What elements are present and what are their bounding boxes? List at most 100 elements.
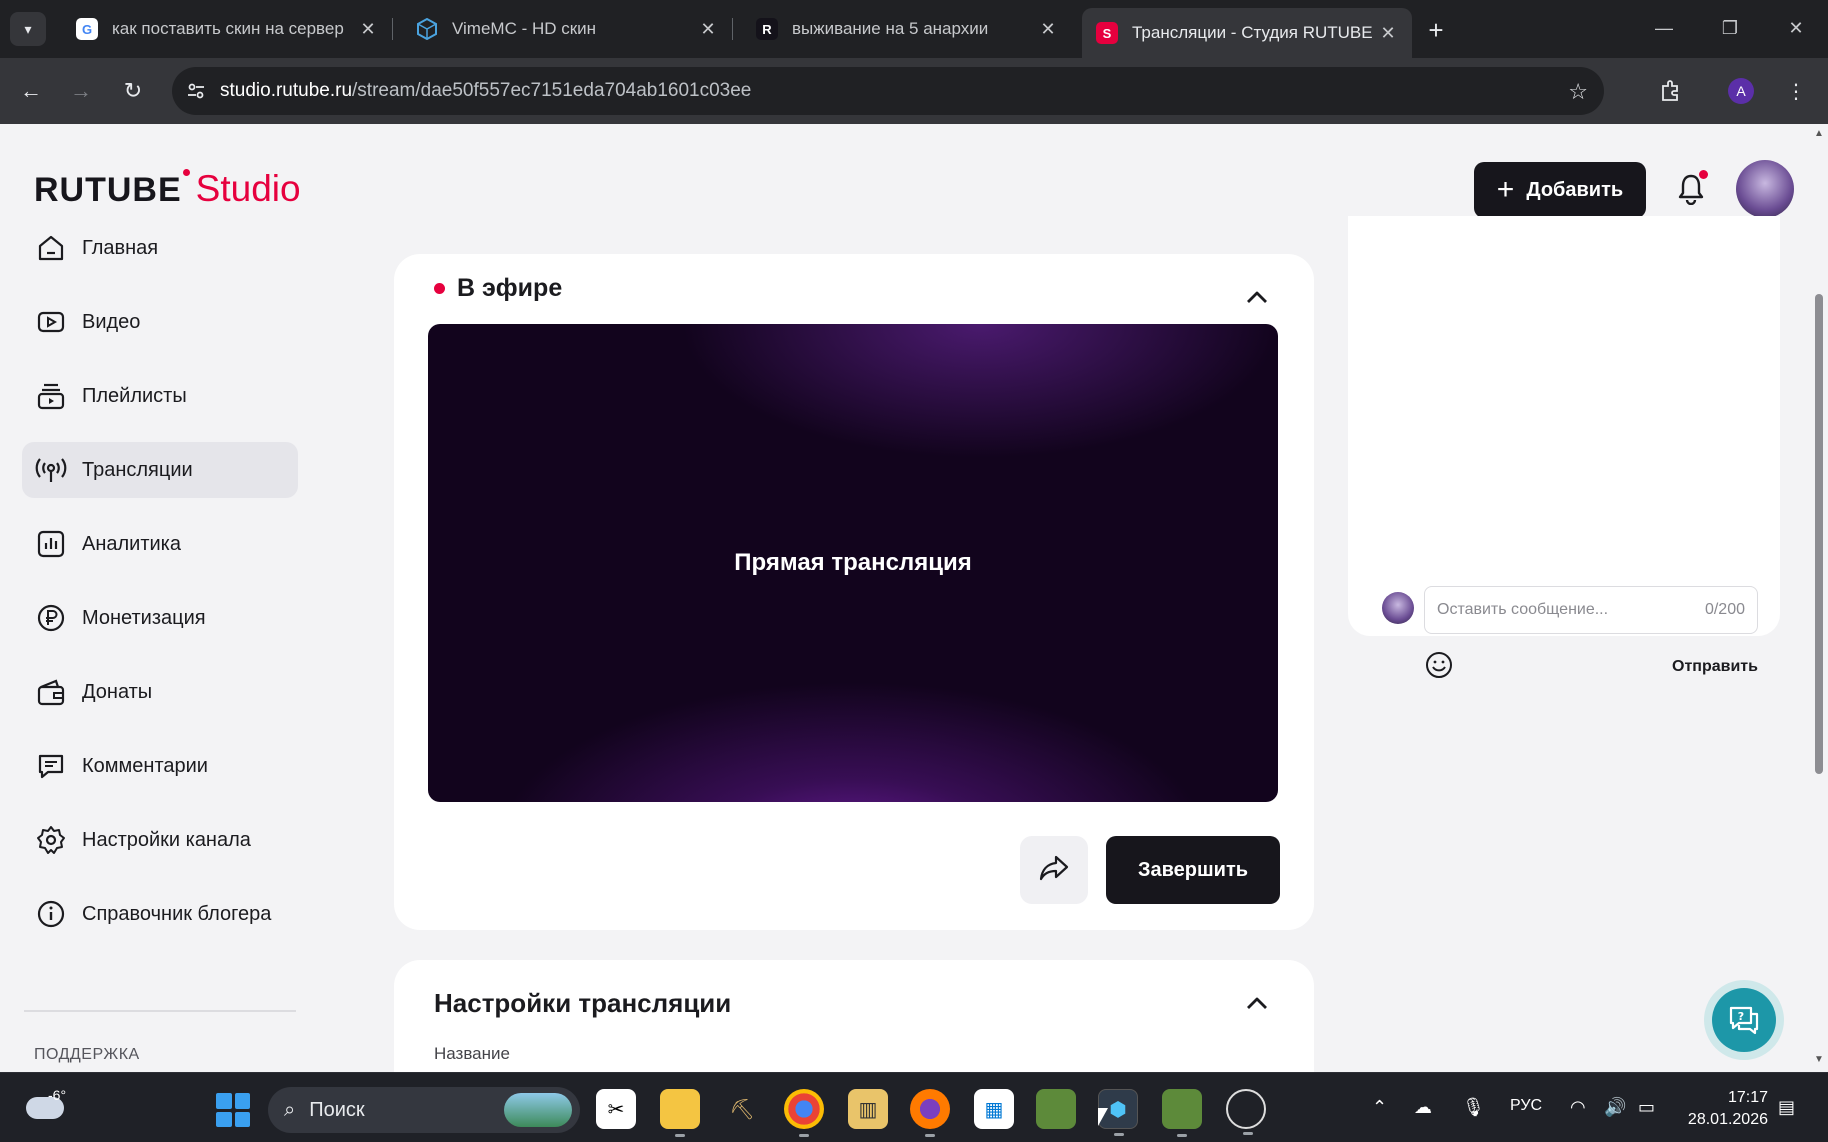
- onedrive-icon[interactable]: ☁: [1414, 1097, 1432, 1118]
- search-icon: ⌕: [284, 1098, 296, 1121]
- collapse-chevron-up-icon[interactable]: [1246, 994, 1268, 1015]
- scrollbar-thumb[interactable]: [1815, 294, 1823, 774]
- file-explorer-icon[interactable]: [660, 1089, 700, 1137]
- reload-button[interactable]: ↻: [114, 72, 152, 110]
- close-tab-icon[interactable]: ✕: [1038, 19, 1058, 40]
- taskbar-search-box[interactable]: ⌕ Поиск: [268, 1087, 580, 1133]
- sidebar-item-donations[interactable]: Донаты: [22, 664, 298, 720]
- site-info-icon[interactable]: [172, 81, 220, 101]
- settings-title: Настройки трансляции: [434, 988, 732, 1018]
- notifications-bell-icon[interactable]: [1670, 168, 1712, 210]
- page-scrollbar[interactable]: ▲ ▼: [1810, 124, 1828, 1072]
- share-button[interactable]: [1020, 836, 1088, 904]
- tray-chevron-up-icon[interactable]: ⌃: [1372, 1097, 1387, 1118]
- live-status-header: В эфире: [434, 274, 562, 303]
- help-chat-icon: ?: [1712, 988, 1776, 1052]
- scroll-down-arrow-icon[interactable]: ▼: [1814, 1054, 1824, 1065]
- new-tab-button[interactable]: +: [1420, 14, 1452, 46]
- browser-tab-bar: ▾ G как поставить скин на сервер ✕ VimeM…: [0, 0, 1828, 58]
- rutube-r-icon: R: [756, 18, 778, 40]
- microsoft-store-icon[interactable]: ▦: [974, 1089, 1014, 1129]
- sidebar-item-broadcasts[interactable]: Трансляции: [22, 442, 298, 498]
- minimize-button[interactable]: —: [1644, 12, 1684, 44]
- weather-widget[interactable]: -6°: [26, 1087, 66, 1119]
- mouse-cursor: [1098, 1108, 1108, 1126]
- playlist-icon: [34, 379, 68, 413]
- forward-button[interactable]: →: [62, 72, 100, 110]
- tab-separator: [392, 18, 393, 40]
- comment-icon: [34, 749, 68, 783]
- battery-icon[interactable]: ▭: [1638, 1097, 1655, 1118]
- stream-settings-card: Настройки трансляции Название: [394, 960, 1314, 1072]
- info-icon: [34, 897, 68, 931]
- sidebar-item-blogger-guide[interactable]: Справочник блогера: [22, 886, 298, 942]
- volume-icon[interactable]: 🔊: [1604, 1097, 1626, 1118]
- live-dot-icon: [434, 283, 445, 294]
- ruble-icon: [34, 601, 68, 635]
- close-tab-icon[interactable]: ✕: [698, 19, 718, 40]
- profile-avatar[interactable]: A: [1728, 78, 1754, 104]
- add-button[interactable]: + Добавить: [1474, 162, 1646, 218]
- user-avatar[interactable]: [1736, 160, 1794, 218]
- archive-app-icon[interactable]: ▥: [848, 1089, 888, 1129]
- svg-text:?: ?: [1738, 1010, 1744, 1023]
- sidebar-item-playlists[interactable]: Плейлисты: [22, 368, 298, 424]
- close-window-button[interactable]: ✕: [1776, 12, 1816, 44]
- stream-preview-player[interactable]: Прямая трансляция: [428, 324, 1278, 802]
- finish-stream-button[interactable]: Завершить: [1106, 836, 1280, 904]
- support-chat-button[interactable]: ?: [1704, 980, 1784, 1060]
- browser-menu-icon[interactable]: ⋮: [1778, 73, 1814, 109]
- minecraft-icon[interactable]: [1162, 1089, 1202, 1137]
- windows-taskbar: -6° ⌕ Поиск ✂ ⛏ ▥ ▦ ⬢ ⌃ ☁ 🎙 РУС ◠ 🔊 ▭ 17…: [0, 1072, 1828, 1142]
- sidebar-item-comments[interactable]: Комментарии: [22, 738, 298, 794]
- bookmark-star-icon[interactable]: ☆: [1568, 79, 1588, 105]
- send-message-button[interactable]: Отправить: [1672, 658, 1758, 676]
- broadcast-icon: [34, 453, 68, 487]
- browser-tab-active[interactable]: S Трансляции - Студия RUTUBE ✕: [1082, 8, 1412, 58]
- vimemc-icon: [416, 18, 438, 40]
- emoji-icon[interactable]: [1424, 650, 1454, 680]
- browser-tab[interactable]: R выживание на 5 анархии ✕: [742, 8, 1072, 50]
- wifi-icon[interactable]: ◠: [1570, 1097, 1586, 1118]
- back-button[interactable]: ←: [12, 72, 50, 110]
- keyboard-language[interactable]: РУС: [1510, 1097, 1542, 1115]
- windows-start-icon[interactable]: [216, 1093, 250, 1127]
- capcut-app-icon[interactable]: ✂: [596, 1089, 636, 1129]
- firefox-icon[interactable]: [910, 1089, 950, 1137]
- browser-tab[interactable]: VimeMC - HD скин ✕: [402, 8, 732, 50]
- close-tab-icon[interactable]: ✕: [358, 19, 378, 40]
- sidebar-item-video[interactable]: Видео: [22, 294, 298, 350]
- sidebar-item-channel-settings[interactable]: Настройки канала: [22, 812, 298, 868]
- google-icon: G: [76, 18, 98, 40]
- tab-separator: [732, 18, 733, 40]
- search-highlight-image: [504, 1093, 572, 1127]
- extensions-icon[interactable]: [1652, 73, 1688, 109]
- restore-button[interactable]: ❐: [1710, 12, 1750, 44]
- sidebar-nav: Главная Видео Плейлисты Трансляции Анали…: [22, 220, 298, 960]
- rutube-studio-logo[interactable]: RUTUBE Studio: [34, 168, 301, 210]
- taskbar-clock[interactable]: 17:17 28.01.2026: [1684, 1087, 1768, 1131]
- close-tab-icon[interactable]: ✕: [1378, 23, 1398, 44]
- chat-user-avatar: [1382, 592, 1414, 624]
- chat-message-input[interactable]: Оставить сообщение... 0/200: [1424, 586, 1758, 634]
- pickaxe-app-icon[interactable]: ⛏: [722, 1089, 762, 1129]
- notifications-icon[interactable]: ▤: [1778, 1097, 1795, 1118]
- studio-page: RUTUBE Studio + Добавить Главная Видео П…: [0, 124, 1810, 1072]
- char-counter: 0/200: [1704, 601, 1745, 618]
- tab-search-button[interactable]: ▾: [10, 12, 46, 46]
- live-stream-card: В эфире Прямая трансляция Завершить: [394, 254, 1314, 930]
- microphone-icon[interactable]: 🎙: [1462, 1097, 1485, 1118]
- minecraft-icon[interactable]: [1036, 1089, 1076, 1129]
- sidebar-item-monetization[interactable]: Монетизация: [22, 590, 298, 646]
- analytics-icon: [34, 527, 68, 561]
- browser-tab[interactable]: G как поставить скин на сервер ✕: [62, 8, 392, 50]
- share-arrow-icon: [1038, 854, 1070, 887]
- obs-icon[interactable]: [1226, 1089, 1266, 1135]
- home-icon: [34, 231, 68, 265]
- sidebar-item-home[interactable]: Главная: [22, 220, 298, 276]
- chrome-icon[interactable]: [784, 1089, 824, 1137]
- sidebar-item-analytics[interactable]: Аналитика: [22, 516, 298, 572]
- collapse-chevron-up-icon[interactable]: [1246, 288, 1268, 309]
- scroll-up-arrow-icon[interactable]: ▲: [1814, 128, 1824, 139]
- address-bar[interactable]: studio.rutube.ru/stream/dae50f557ec7151e…: [172, 67, 1604, 115]
